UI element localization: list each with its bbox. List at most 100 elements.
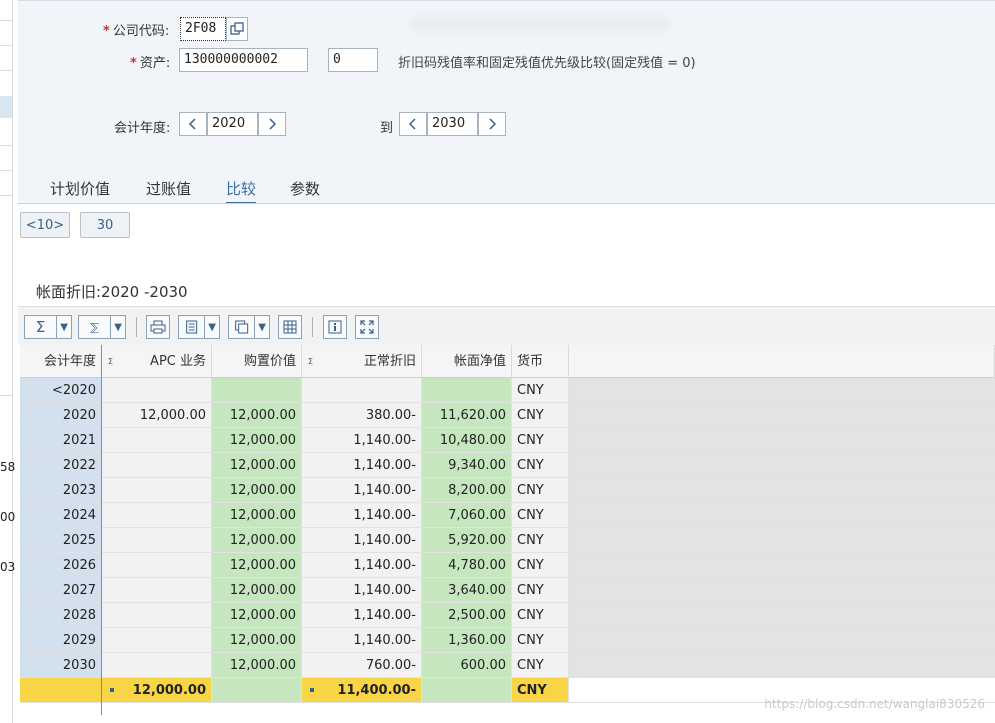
apc-cell[interactable] xyxy=(102,428,212,453)
acquisition-value-cell[interactable]: 12,000.00 xyxy=(212,428,302,453)
currency-cell[interactable]: CNY xyxy=(512,478,569,503)
tab-posted-values[interactable]: 过账值 xyxy=(146,178,191,199)
acquisition-value-cell[interactable] xyxy=(212,378,302,403)
depreciation-cell[interactable]: 1,140.00- xyxy=(302,553,422,578)
fiscal-year-cell[interactable]: 2022 xyxy=(20,453,102,478)
depreciation-cell[interactable]: 760.00- xyxy=(302,653,422,678)
currency-cell[interactable]: CNY xyxy=(512,653,569,678)
acquisition-value-cell[interactable]: 12,000.00 xyxy=(212,403,302,428)
depreciation-area-button[interactable]: <10> xyxy=(20,212,70,238)
apc-cell[interactable]: 12,000.00 xyxy=(102,403,212,428)
net-book-value-cell[interactable]: 2,500.00 xyxy=(422,603,512,628)
tab-comparison[interactable]: 比较 xyxy=(226,178,257,204)
fiscal-year-from-field[interactable]: 2020 xyxy=(207,112,258,136)
currency-cell[interactable]: CNY xyxy=(512,503,569,528)
calculator-icon[interactable] xyxy=(278,315,302,339)
apc-cell[interactable] xyxy=(102,553,212,578)
company-code-field[interactable]: 2F08 xyxy=(180,17,226,41)
column-header-currency[interactable]: 货币 xyxy=(512,345,569,378)
currency-cell[interactable]: CNY xyxy=(512,453,569,478)
total-nbv-cell[interactable] xyxy=(422,678,512,703)
apc-cell[interactable] xyxy=(102,653,212,678)
acquisition-value-cell[interactable]: 12,000.00 xyxy=(212,453,302,478)
export-icon[interactable]: ▼ xyxy=(178,315,220,339)
tab-parameters[interactable]: 参数 xyxy=(290,178,320,199)
currency-cell[interactable]: CNY xyxy=(512,528,569,553)
apc-cell[interactable] xyxy=(102,378,212,403)
print-icon[interactable] xyxy=(146,315,170,339)
value-help-icon[interactable] xyxy=(226,17,248,41)
subtotal-icon[interactable]: ⅀ ▼ xyxy=(78,315,126,339)
net-book-value-cell[interactable]: 9,340.00 xyxy=(422,453,512,478)
fiscal-year-cell[interactable]: 2025 xyxy=(20,528,102,553)
fiscal-year-cell[interactable]: 2028 xyxy=(20,603,102,628)
fiscal-year-cell[interactable]: 2030 xyxy=(20,653,102,678)
apc-cell[interactable] xyxy=(102,478,212,503)
acquisition-value-cell[interactable]: 12,000.00 xyxy=(212,553,302,578)
depreciation-cell[interactable]: 1,140.00- xyxy=(302,428,422,453)
total-apc-cell[interactable]: 12,000.00 xyxy=(102,678,212,703)
net-book-value-cell[interactable]: 7,060.00 xyxy=(422,503,512,528)
apc-cell[interactable] xyxy=(102,578,212,603)
fiscal-year-to-field[interactable]: 2030 xyxy=(427,112,478,136)
acquisition-value-cell[interactable]: 12,000.00 xyxy=(212,578,302,603)
year-next-button[interactable] xyxy=(258,112,286,136)
depreciation-cell[interactable]: 1,140.00- xyxy=(302,603,422,628)
acquisition-value-cell[interactable]: 12,000.00 xyxy=(212,503,302,528)
currency-cell[interactable]: CNY xyxy=(512,603,569,628)
net-book-value-cell[interactable]: 11,620.00 xyxy=(422,403,512,428)
currency-cell[interactable]: CNY xyxy=(512,428,569,453)
fiscal-year-cell[interactable]: 2021 xyxy=(20,428,102,453)
acquisition-value-cell[interactable]: 12,000.00 xyxy=(212,653,302,678)
depreciation-cell[interactable]: 1,140.00- xyxy=(302,478,422,503)
column-header-acquisition-value[interactable]: 购置价值 xyxy=(212,345,302,378)
fiscal-year-cell[interactable]: 2024 xyxy=(20,503,102,528)
info-icon[interactable] xyxy=(323,315,347,339)
net-book-value-cell[interactable]: 10,480.00 xyxy=(422,428,512,453)
currency-cell[interactable]: CNY xyxy=(512,553,569,578)
depreciation-cell[interactable]: 380.00- xyxy=(302,403,422,428)
acquisition-value-cell[interactable]: 12,000.00 xyxy=(212,478,302,503)
asset-number-field[interactable]: 130000000002 xyxy=(179,48,308,72)
layout-icon[interactable]: ▼ xyxy=(228,315,270,339)
net-book-value-cell[interactable]: 3,640.00 xyxy=(422,578,512,603)
fiscal-year-cell[interactable]: 2027 xyxy=(20,578,102,603)
fiscal-year-cell[interactable]: 2029 xyxy=(20,628,102,653)
column-header-fiscal-year[interactable]: 会计年度 xyxy=(20,345,102,378)
column-header-net-book-value[interactable]: 帐面净值 xyxy=(422,345,512,378)
asset-subnumber-field[interactable]: 0 xyxy=(328,48,378,72)
fiscal-year-cell[interactable]: 2020 xyxy=(20,403,102,428)
currency-cell[interactable]: CNY xyxy=(512,628,569,653)
acquisition-value-cell[interactable]: 12,000.00 xyxy=(212,628,302,653)
depreciation-cell[interactable]: 1,140.00- xyxy=(302,628,422,653)
apc-cell[interactable] xyxy=(102,503,212,528)
fiscal-year-cell[interactable]: 2023 xyxy=(20,478,102,503)
acquisition-value-cell[interactable]: 12,000.00 xyxy=(212,528,302,553)
acquisition-value-cell[interactable]: 12,000.00 xyxy=(212,603,302,628)
tab-planned-values[interactable]: 计划价值 xyxy=(50,178,110,199)
fiscal-year-cell[interactable]: 2026 xyxy=(20,553,102,578)
net-book-value-cell[interactable]: 5,920.00 xyxy=(422,528,512,553)
fiscal-year-cell[interactable]: <2020 xyxy=(20,378,102,403)
depreciation-cell[interactable]: 1,140.00- xyxy=(302,503,422,528)
total-depreciation-cell[interactable]: 11,400.00- xyxy=(302,678,422,703)
total-acquisition-cell[interactable] xyxy=(212,678,302,703)
net-book-value-cell[interactable] xyxy=(422,378,512,403)
depreciation-cell[interactable]: 1,140.00- xyxy=(302,528,422,553)
year-prev-button[interactable] xyxy=(179,112,207,136)
area-30-button[interactable]: 30 xyxy=(80,212,130,238)
apc-cell[interactable] xyxy=(102,603,212,628)
apc-cell[interactable] xyxy=(102,628,212,653)
net-book-value-cell[interactable]: 600.00 xyxy=(422,653,512,678)
currency-cell[interactable]: CNY xyxy=(512,403,569,428)
net-book-value-cell[interactable]: 8,200.00 xyxy=(422,478,512,503)
currency-cell[interactable]: CNY xyxy=(512,578,569,603)
depreciation-cell[interactable]: 1,140.00- xyxy=(302,578,422,603)
year-to-next-button[interactable] xyxy=(478,112,506,136)
fullscreen-icon[interactable] xyxy=(355,315,379,339)
column-header-ordinary-depreciation[interactable]: Σ 正常折旧 xyxy=(302,345,422,378)
apc-cell[interactable] xyxy=(102,528,212,553)
net-book-value-cell[interactable]: 1,360.00 xyxy=(422,628,512,653)
year-to-prev-button[interactable] xyxy=(399,112,427,136)
total-year-cell[interactable] xyxy=(20,678,102,703)
